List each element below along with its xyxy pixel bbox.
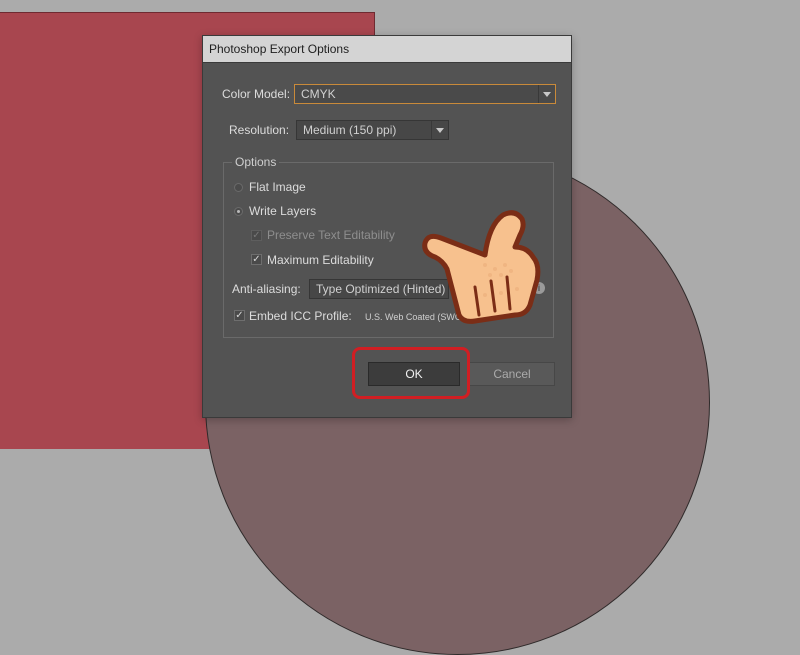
preserve-text-checkbox[interactable]: ✓	[251, 230, 262, 241]
flat-image-label: Flat Image	[249, 180, 306, 194]
color-model-label: Color Model:	[222, 87, 291, 101]
maximum-editability-checkbox[interactable]: ✓	[251, 254, 262, 265]
chevron-down-icon	[538, 85, 555, 103]
resolution-label: Resolution:	[229, 123, 290, 137]
embed-icc-label: Embed ICC Profile:	[249, 309, 352, 323]
cancel-button[interactable]: Cancel	[469, 362, 555, 386]
maximum-editability-label: Maximum Editability	[267, 253, 374, 267]
write-layers-label: Write Layers	[249, 204, 317, 218]
write-layers-radio[interactable]	[234, 207, 243, 216]
chevron-down-icon	[431, 121, 448, 139]
anti-aliasing-label: Anti-aliasing:	[232, 282, 301, 296]
flat-image-radio[interactable]	[234, 183, 243, 192]
ok-button-highlight	[352, 347, 470, 399]
resolution-value: Medium (150 ppi)	[303, 123, 397, 137]
dialog-title: Photoshop Export Options	[203, 36, 571, 63]
color-model-select[interactable]: CMYK	[294, 84, 556, 104]
preserve-text-label: Preserve Text Editability	[267, 228, 395, 242]
color-model-value: CMYK	[301, 87, 336, 101]
embed-icc-checkbox[interactable]: ✓	[234, 310, 245, 321]
options-group-title: Options	[232, 155, 280, 169]
pointing-hand-icon	[422, 210, 541, 324]
resolution-select[interactable]: Medium (150 ppi)	[296, 120, 449, 140]
